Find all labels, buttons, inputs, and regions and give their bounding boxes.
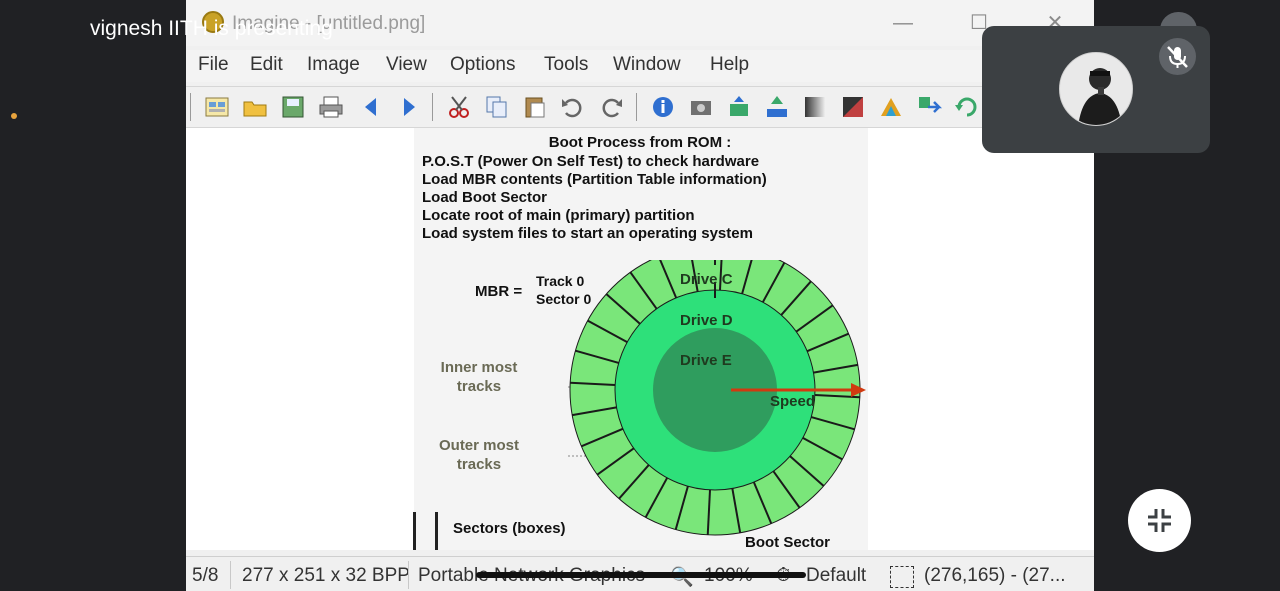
- save-image-icon[interactable]: [280, 94, 306, 120]
- sectors-label: Sectors (boxes): [453, 520, 566, 537]
- resize-icon[interactable]: [726, 94, 752, 120]
- status-dimensions: 277 x 251 x 32 BPP: [242, 565, 410, 586]
- paste-icon[interactable]: [522, 94, 548, 120]
- drive-c-label: Drive C: [680, 271, 733, 288]
- rotate-icon[interactable]: [954, 94, 980, 120]
- menu-help[interactable]: Help: [710, 54, 749, 76]
- filter-icon[interactable]: [840, 94, 866, 120]
- disk-diagram: Drive C Drive D Drive E Speed: [568, 260, 866, 536]
- mbr-label: MBR =: [475, 283, 523, 300]
- next-arrow-icon[interactable]: [396, 94, 422, 120]
- redo-icon[interactable]: [598, 94, 624, 120]
- menu-edit[interactable]: Edit: [250, 54, 283, 76]
- status-selection: (276,165) - (27...: [924, 565, 1066, 586]
- info-icon[interactable]: [650, 94, 676, 120]
- menu-view[interactable]: View: [386, 54, 427, 76]
- speed-label: Speed: [770, 393, 815, 410]
- color-icon[interactable]: [878, 94, 904, 120]
- boot-step: Locate root of main (primary) partition: [422, 207, 695, 224]
- participant-avatar: [1059, 52, 1133, 126]
- selection-icon: [890, 566, 914, 588]
- compress-icon[interactable]: [1128, 489, 1191, 552]
- video-scrub-bar[interactable]: [476, 572, 806, 578]
- notification-dot: [11, 113, 17, 119]
- boot-sector-label: Boot Sector: [745, 534, 831, 550]
- image-canvas[interactable]: Boot Process from ROM : P.O.S.T (Power O…: [186, 128, 1094, 550]
- convert-icon[interactable]: [916, 94, 942, 120]
- toolbar: [186, 86, 1094, 128]
- inner-tracks-line-1: Inner most: [440, 359, 518, 376]
- status-separator: [230, 561, 231, 589]
- prev-arrow-icon[interactable]: [358, 94, 384, 120]
- open-folder-icon[interactable]: [242, 94, 268, 120]
- inner-tracks-line-2: tracks: [456, 378, 502, 395]
- status-mode: Default: [806, 565, 867, 586]
- thumbnails-icon[interactable]: [204, 94, 230, 120]
- toolbar-separator: [190, 93, 191, 121]
- outer-tracks-line-2: tracks: [456, 456, 502, 473]
- image-viewer-window: Imagine - [untitled.png] — ☐ ✕ File Edit…: [186, 0, 1094, 591]
- presenter-label: vignesh IITH is presenting: [90, 17, 333, 40]
- menu-tools[interactable]: Tools: [544, 54, 588, 76]
- status-separator: [408, 561, 409, 589]
- outer-tracks-line-1: Outer most: [438, 437, 519, 454]
- print-icon[interactable]: [318, 94, 344, 120]
- boot-step: Load MBR contents (Partition Table infor…: [422, 171, 767, 188]
- scan-icon[interactable]: [688, 94, 714, 120]
- minimize-icon[interactable]: —: [888, 8, 918, 38]
- slide-title: Boot Process from ROM :: [548, 134, 732, 151]
- toolbar-separator: [636, 93, 637, 121]
- outer-tracks-label: Outer most tracks: [424, 436, 534, 474]
- menu-bar: File Edit Image View Options Tools Windo…: [186, 50, 1094, 82]
- inner-tracks-label: Inner most tracks: [424, 358, 534, 396]
- boot-step: P.O.S.T (Power On Self Test) to check ha…: [422, 153, 760, 170]
- boot-step: Load Boot Sector: [422, 189, 548, 206]
- menu-file[interactable]: File: [198, 54, 229, 76]
- menu-options[interactable]: Options: [450, 54, 515, 76]
- boot-step: Load system files to start an operating …: [422, 225, 753, 242]
- cut-icon[interactable]: [446, 94, 472, 120]
- status-index: 5/8: [192, 565, 219, 586]
- export-icon[interactable]: [764, 94, 790, 120]
- grayscale-icon[interactable]: [802, 94, 828, 120]
- toolbar-separator: [432, 93, 433, 121]
- menu-image[interactable]: Image: [307, 54, 360, 76]
- drive-e-label: Drive E: [680, 352, 732, 369]
- menu-window[interactable]: Window: [613, 54, 681, 76]
- mic-off-icon[interactable]: [1159, 38, 1196, 75]
- drive-d-label: Drive D: [680, 312, 733, 329]
- participant-tile[interactable]: [982, 26, 1210, 153]
- undo-icon[interactable]: [560, 94, 586, 120]
- copy-icon[interactable]: [484, 94, 510, 120]
- sector-legend-bar: [435, 512, 438, 550]
- sector-legend-bar: [413, 512, 416, 550]
